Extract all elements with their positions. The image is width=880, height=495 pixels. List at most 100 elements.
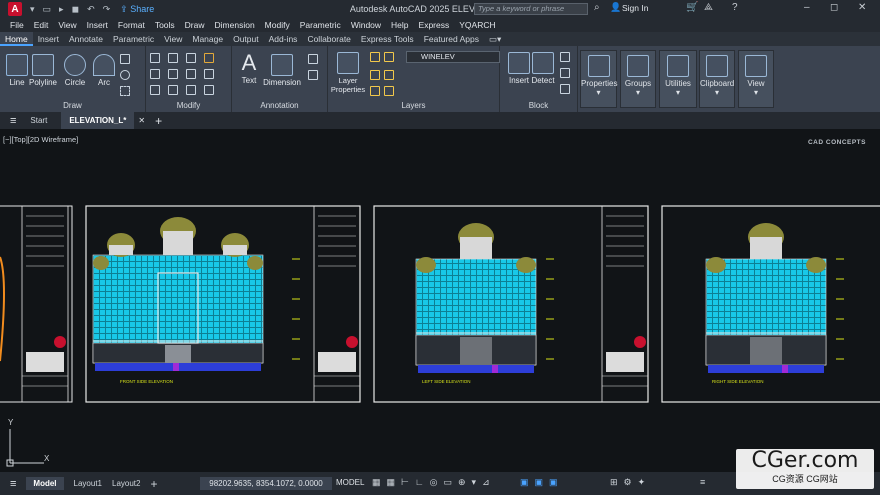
status-tools[interactable]: ⊞⚙✦ bbox=[610, 477, 651, 488]
autocad-logo-icon[interactable]: A bbox=[8, 2, 22, 16]
search-input[interactable]: Type a keyword or phrase bbox=[474, 3, 588, 15]
sign-in-link[interactable]: Sign In bbox=[622, 3, 648, 13]
close-icon[interactable]: ✕ bbox=[858, 2, 866, 13]
tab-insert[interactable]: Insert bbox=[33, 32, 64, 46]
open-icon[interactable]: ▸ bbox=[59, 4, 64, 15]
polyline-tool[interactable]: Polyline bbox=[26, 54, 60, 87]
offset-icon[interactable] bbox=[204, 85, 214, 95]
menu-modify[interactable]: Modify bbox=[265, 20, 290, 30]
save-icon[interactable]: ◼ bbox=[72, 4, 79, 15]
freeze-icon[interactable] bbox=[384, 52, 394, 62]
tab-add-ins[interactable]: Add-ins bbox=[264, 32, 303, 46]
arc-tool[interactable]: Arc bbox=[87, 54, 121, 87]
detect-tool[interactable]: Detect bbox=[526, 52, 560, 85]
tab-annotate[interactable]: Annotate bbox=[64, 32, 108, 46]
rotate-icon[interactable] bbox=[168, 53, 178, 63]
menu-insert[interactable]: Insert bbox=[87, 20, 108, 30]
layer-tool-icon[interactable] bbox=[370, 86, 380, 96]
drawing-viewport[interactable]: [−][Top][2D Wireframe] CAD CONCEPTS FRON… bbox=[0, 129, 880, 472]
new-icon[interactable]: ▭ bbox=[43, 4, 52, 15]
hatch-icon[interactable] bbox=[120, 86, 130, 96]
doc-tab-elevation[interactable]: ELEVATION_L* bbox=[61, 112, 135, 129]
move-icon[interactable] bbox=[150, 53, 160, 63]
leader-icon[interactable] bbox=[308, 54, 318, 64]
menu-yqarch[interactable]: YQARCH bbox=[459, 20, 495, 30]
view-panel[interactable]: View ▾ bbox=[738, 50, 774, 108]
menu-parametric[interactable]: Parametric bbox=[300, 20, 341, 30]
table-icon[interactable] bbox=[308, 70, 318, 80]
help-icon[interactable]: ? bbox=[732, 2, 738, 13]
connect-icon[interactable]: ⟁ bbox=[704, 2, 713, 13]
tab-featured-apps[interactable]: Featured Apps bbox=[419, 32, 484, 46]
tab-home[interactable]: Home bbox=[0, 32, 33, 46]
menu-file[interactable]: File bbox=[10, 20, 24, 30]
new-tab-icon[interactable]: + bbox=[155, 114, 162, 128]
tab-manage[interactable]: Manage bbox=[187, 32, 228, 46]
groups-panel[interactable]: Groups ▾ bbox=[620, 50, 656, 108]
lightbulb-icon[interactable] bbox=[370, 52, 380, 62]
mirror-icon[interactable] bbox=[168, 69, 178, 79]
block-tool-icon[interactable] bbox=[560, 68, 570, 78]
dimension-tool[interactable]: Dimension bbox=[262, 54, 302, 87]
layout2-tab[interactable]: Layout2 bbox=[112, 479, 140, 488]
tab-collaborate[interactable]: Collaborate bbox=[302, 32, 355, 46]
model-tab[interactable]: Model bbox=[26, 477, 64, 490]
undo-icon[interactable]: ↶ bbox=[87, 4, 95, 15]
layer-dropdown[interactable]: WINELEV bbox=[406, 51, 500, 63]
layer-properties-tool[interactable]: Layer Properties bbox=[330, 52, 366, 94]
rectangle-icon[interactable] bbox=[120, 54, 130, 64]
stretch-icon[interactable] bbox=[150, 85, 160, 95]
share-button[interactable]: ⇪ Share bbox=[120, 4, 154, 15]
layout1-tab[interactable]: Layout1 bbox=[74, 479, 102, 488]
menu-format[interactable]: Format bbox=[118, 20, 145, 30]
fillet-icon[interactable] bbox=[186, 69, 196, 79]
menu-draw[interactable]: Draw bbox=[185, 20, 205, 30]
tab-parametric[interactable]: Parametric bbox=[108, 32, 159, 46]
erase-icon[interactable] bbox=[204, 53, 214, 63]
layer-tool-icon[interactable] bbox=[384, 86, 394, 96]
tab-output[interactable]: Output bbox=[228, 32, 264, 46]
cart-icon[interactable]: 🛒 bbox=[686, 2, 698, 13]
redo-icon[interactable]: ↷ bbox=[103, 4, 111, 15]
scale-icon[interactable] bbox=[168, 85, 178, 95]
tab-view[interactable]: View bbox=[159, 32, 187, 46]
menu-window[interactable]: Window bbox=[351, 20, 381, 30]
menu-dimension[interactable]: Dimension bbox=[215, 20, 255, 30]
ellipse-icon[interactable] bbox=[120, 70, 130, 80]
drafting-toggles[interactable]: ▦▦⊢∟◎▭⊕▾⊿ bbox=[372, 477, 496, 488]
menu-view[interactable]: View bbox=[58, 20, 76, 30]
customize-icon[interactable]: ≡ bbox=[700, 477, 705, 487]
user-icon[interactable]: 👤 bbox=[610, 2, 621, 13]
explode-icon[interactable] bbox=[204, 69, 214, 79]
model-space-button[interactable]: MODEL bbox=[336, 478, 364, 487]
viewport-controls[interactable]: [−][Top][2D Wireframe] bbox=[3, 135, 78, 144]
tab-express-tools[interactable]: Express Tools bbox=[356, 32, 419, 46]
layer-tool-icon[interactable] bbox=[384, 70, 394, 80]
menu-tools[interactable]: Tools bbox=[155, 20, 175, 30]
maximize-icon[interactable]: ◻ bbox=[830, 2, 838, 13]
layout-menu-icon[interactable]: ≡ bbox=[10, 478, 16, 490]
array-icon[interactable] bbox=[186, 85, 196, 95]
ribbon-options-icon[interactable]: ▭▾ bbox=[484, 32, 506, 46]
menu-express[interactable]: Express bbox=[419, 20, 450, 30]
properties-panel[interactable]: Properties ▾ bbox=[580, 50, 617, 108]
text-tool[interactable]: A Text bbox=[232, 50, 266, 85]
coordinates-readout[interactable]: 98202.9635, 8354.1072, 0.0000 bbox=[200, 477, 332, 490]
doc-tab-start[interactable]: Start bbox=[22, 112, 55, 129]
block-tool-icon[interactable] bbox=[560, 52, 570, 62]
minimize-icon[interactable]: – bbox=[804, 2, 810, 13]
quick-access-dropdown-icon[interactable]: ▾ bbox=[30, 4, 35, 15]
layer-tool-icon[interactable] bbox=[370, 70, 380, 80]
menu-help[interactable]: Help bbox=[391, 20, 408, 30]
close-tab-icon[interactable]: ✕ bbox=[138, 116, 145, 125]
clipboard-panel[interactable]: Clipboard ▾ bbox=[699, 50, 735, 108]
utilities-panel[interactable]: Utilities ▾ bbox=[659, 50, 697, 108]
osnap-toggles[interactable]: ▣▣▣ bbox=[520, 477, 564, 488]
hamburger-menu-icon[interactable]: ≡ bbox=[10, 115, 16, 127]
add-layout-icon[interactable]: + bbox=[150, 477, 157, 491]
block-tool-icon[interactable] bbox=[560, 84, 570, 94]
search-icon[interactable]: ⌕ bbox=[594, 2, 600, 13]
menu-edit[interactable]: Edit bbox=[34, 20, 49, 30]
trim-icon[interactable] bbox=[186, 53, 196, 63]
copy-icon[interactable] bbox=[150, 69, 160, 79]
